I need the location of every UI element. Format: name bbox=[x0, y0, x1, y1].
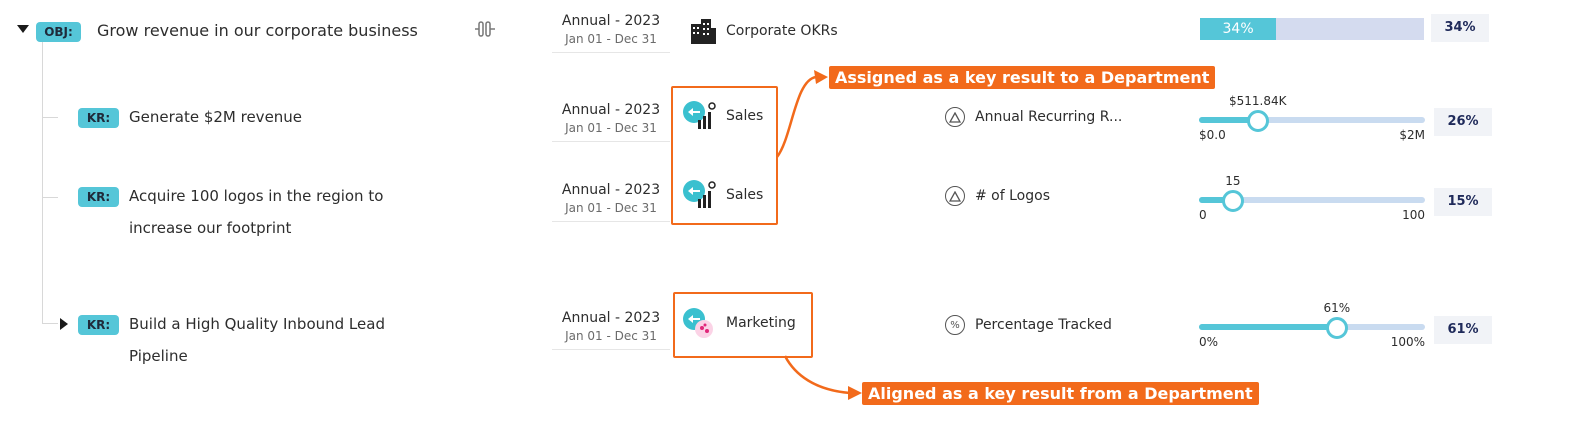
callout-aligned: Aligned as a key result from a Departmen… bbox=[862, 382, 1259, 405]
annotation-arrows bbox=[775, 70, 862, 400]
arrow-assigned bbox=[775, 75, 817, 158]
arrow-aligned bbox=[783, 355, 851, 395]
arrowhead-assigned bbox=[814, 70, 828, 84]
arrowhead-aligned bbox=[848, 386, 862, 400]
callout-assigned: Assigned as a key result to a Department bbox=[829, 66, 1216, 89]
